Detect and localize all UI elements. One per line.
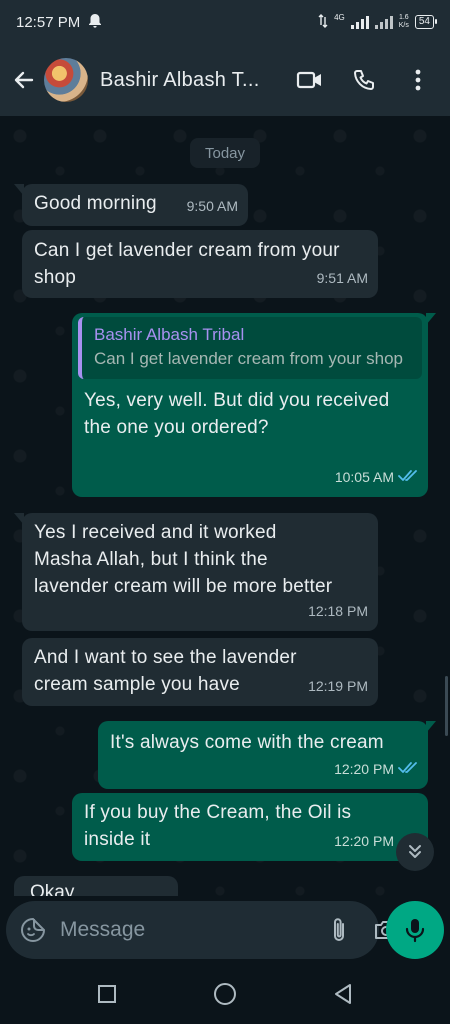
status-time: 12:57 PM [16, 13, 81, 31]
read-ticks-icon [398, 464, 418, 491]
message-outgoing[interactable]: Bashir Albash Tribal Can I get lavender … [72, 313, 436, 497]
header-actions [296, 66, 440, 94]
signal-icon [350, 15, 369, 29]
status-indicators: 4G 1.6 K/s 54 [318, 12, 438, 31]
date-divider: Today [190, 138, 260, 168]
data-arrows-icon [318, 13, 328, 31]
message-incoming[interactable]: Yes I received and it worked Masha Allah… [14, 513, 378, 631]
message-time: 12:20 PM [334, 833, 394, 849]
message-text: Yes I received and it worked Masha Allah… [34, 522, 333, 597]
notification-bell-icon [88, 13, 102, 32]
battery-icon: 54 [414, 15, 438, 29]
recents-square-icon[interactable] [93, 980, 121, 1008]
quoted-text: Can I get lavender cream from your shop [94, 349, 403, 368]
message-text: And I want to see the lavender cream sam… [34, 647, 297, 695]
message-meta: 12:18 PM [308, 598, 368, 625]
chat-area[interactable]: Today Good morning 9:50 AM Can I get lav… [0, 116, 450, 896]
message-meta: 12:20 PM [334, 756, 418, 783]
message-incoming[interactable]: And I want to see the lavender cream sam… [22, 638, 378, 706]
message-box [6, 901, 397, 959]
read-ticks-icon [398, 756, 418, 783]
attach-icon[interactable] [331, 915, 347, 945]
message-time: 12:19 PM [308, 678, 368, 694]
message-meta: 12:20 PM [334, 828, 394, 855]
message-outgoing[interactable]: It's always come with the cream 12:20 PM [98, 721, 436, 789]
message-time: 9:51 AM [316, 270, 368, 286]
message-text: It's always come with the cream [110, 732, 384, 753]
message-time: 9:50 AM [186, 198, 238, 214]
quoted-message[interactable]: Bashir Albash Tribal Can I get lavender … [78, 317, 422, 379]
network-speed: 1.6 K/s [398, 14, 409, 29]
network-type: 4G [334, 12, 345, 22]
contact-name[interactable]: Bashir Albash T... [100, 69, 290, 92]
message-time: 12:20 PM [334, 761, 394, 777]
message-incoming-partial[interactable]: Okay [14, 876, 178, 896]
message-meta: 9:50 AM [187, 193, 238, 220]
message-meta: 10:05 AM [335, 464, 418, 491]
message-meta: 9:51 AM [317, 265, 368, 292]
scrollbar-thumb[interactable] [445, 676, 448, 736]
status-bar: 12:57 PM 4G 1.6 K/s 54 [0, 0, 450, 44]
message-incoming[interactable]: Can I get lavender cream from your shop … [22, 230, 378, 298]
phone-icon[interactable] [350, 66, 378, 94]
microphone-icon [405, 919, 425, 943]
message-text: Yes, very well. But did you received the… [84, 390, 390, 438]
message-outgoing[interactable]: If you buy the Cream, the Oil is inside … [72, 793, 428, 861]
message-meta: 12:19 PM [308, 673, 368, 700]
scroll-to-bottom-button[interactable] [396, 833, 434, 871]
back-arrow-icon[interactable] [10, 66, 38, 94]
microphone-button[interactable] [386, 901, 444, 959]
back-triangle-icon[interactable] [329, 980, 357, 1008]
home-circle-icon[interactable] [211, 980, 239, 1008]
more-options-icon[interactable] [404, 66, 432, 94]
message-text: Okay [30, 882, 75, 896]
video-call-icon[interactable] [296, 66, 324, 94]
message-time: 10:05 AM [334, 469, 394, 485]
message-time: 12:18 PM [308, 603, 368, 619]
signal-icon-secondary [374, 15, 393, 29]
message-incoming[interactable]: Good morning 9:50 AM [14, 184, 248, 226]
system-nav-bar [0, 964, 450, 1024]
input-bar [0, 896, 450, 964]
contact-avatar[interactable] [44, 58, 88, 102]
chat-header: Bashir Albash T... [0, 44, 450, 116]
message-input[interactable] [60, 918, 331, 942]
quoted-author: Bashir Albash Tribal [94, 325, 245, 344]
sticker-emoji-icon[interactable] [20, 916, 46, 944]
